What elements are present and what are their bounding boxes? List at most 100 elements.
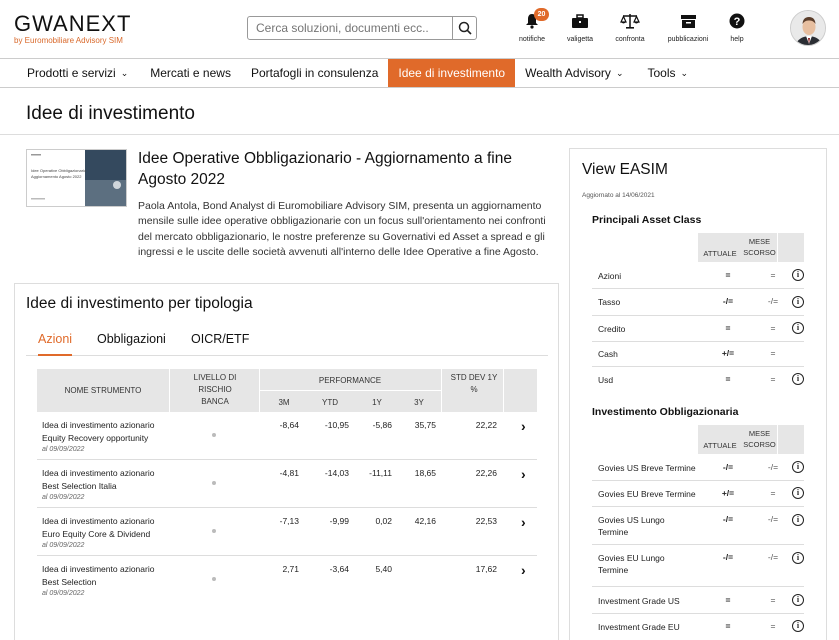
chevron-right-icon[interactable]: ›: [521, 562, 526, 578]
info-icon[interactable]: i: [792, 269, 804, 281]
row-mese: -/=: [767, 296, 779, 306]
featured-thumbnail-image: Idee Operative Obbligazionario Aggiornam…: [27, 150, 126, 206]
risk-level-indicator: [212, 577, 216, 581]
row-attuale: +/=: [721, 488, 735, 498]
chevron-down-icon: ⌄: [615, 67, 624, 78]
logo-tagline: by Euromobiliare Advisory SIM: [14, 36, 123, 45]
row-mese: =: [770, 348, 776, 358]
pubblicazioni-button[interactable]: pubblicazioni: [663, 12, 713, 43]
row-label: Cash: [598, 349, 618, 359]
col-mese-scorso: MESE SCORSO: [742, 233, 777, 262]
risk-level-indicator: [212, 481, 216, 485]
table-row[interactable]: Idea di investimento azionario Best Selec…: [37, 556, 537, 604]
table-row[interactable]: Idea di investimento azionario Euro Equit…: [37, 508, 537, 556]
perf-3y: 18,65: [414, 468, 436, 478]
main-nav: Prodotti e servizi ⌄ Mercati e news Porta…: [0, 58, 839, 88]
nav-idee-investimento[interactable]: Idee di investimento: [388, 59, 516, 87]
row-attuale: =: [725, 374, 731, 384]
row-date: al 09/09/2022: [42, 446, 85, 453]
row-attuale: -/=: [722, 552, 734, 562]
page-title: Idee di investimento: [26, 103, 195, 124]
view-easim-panel: View EASIM Aggiornato al 14/06/2021 Prin…: [569, 148, 827, 640]
info-icon[interactable]: i: [792, 487, 804, 499]
nav-wealth-advisory[interactable]: Wealth Advisory ⌄: [515, 59, 633, 87]
row-mese: =: [770, 374, 776, 384]
easim-title: View EASIM: [582, 161, 668, 178]
strumento-name: Idea di investimento azionario Equity Rec…: [42, 419, 154, 444]
info-icon[interactable]: i: [792, 620, 804, 632]
std-dev: 17,62: [475, 564, 497, 574]
tab-azioni[interactable]: Azioni: [38, 332, 73, 356]
strumento-type: Idea di investimento azionario: [42, 420, 155, 430]
nav-label: Idee di investimento: [398, 66, 506, 80]
obbl-row: Govies EU Breve Termine +/= = i: [592, 481, 804, 507]
info-icon[interactable]: i: [792, 322, 804, 334]
perf-3m: 2,71: [282, 564, 299, 574]
notifiche-button[interactable]: 20 notifiche: [507, 8, 557, 43]
std-dev: 22,53: [475, 516, 497, 526]
briefcase-icon: [572, 13, 588, 28]
featured-thumbnail[interactable]: Idee Operative Obbligazionario Aggiornam…: [26, 149, 127, 207]
chevron-right-icon[interactable]: ›: [521, 418, 526, 434]
row-mese: =: [770, 595, 776, 605]
strumento-type: Idea di investimento azionario: [42, 564, 155, 574]
valigetta-button[interactable]: valigetta: [555, 12, 605, 43]
perf-ytd: -14,03: [324, 468, 349, 478]
tab-obbligazioni[interactable]: Obbligazioni: [97, 332, 166, 356]
nav-tools[interactable]: Tools ⌄: [633, 59, 698, 87]
brand-logo[interactable]: GWANEXT by Euromobiliare Advisory SIM: [14, 11, 132, 46]
logo-text: GWANEXT: [14, 11, 132, 36]
col-mese-scorso: MESE SCORSO: [742, 425, 777, 454]
divider: [259, 390, 441, 391]
asset-row: Tasso -/= -/= i: [592, 289, 804, 316]
perf-3y: 35,75: [414, 420, 436, 430]
row-label: Investment Grade EU: [598, 622, 680, 632]
row-label: Govies EU Lungo Termine: [598, 553, 665, 575]
chevron-right-icon[interactable]: ›: [521, 466, 526, 482]
table-row[interactable]: Idea di investimento azionario Best Selec…: [37, 460, 537, 508]
easim-updated: Aggiornato al 14/06/2021: [582, 192, 655, 199]
row-mese: -/=: [767, 514, 779, 524]
info-icon[interactable]: i: [792, 594, 804, 606]
info-icon[interactable]: i: [792, 296, 804, 308]
perf-3m: -7,13: [279, 516, 299, 526]
notifiche-label: notifiche: [518, 36, 546, 43]
perf-ytd: -3,64: [329, 564, 349, 574]
tab-oicr-etf[interactable]: OICR/ETF: [191, 332, 249, 356]
row-mese: =: [770, 270, 776, 280]
avatar[interactable]: [790, 10, 826, 46]
featured-title[interactable]: Idee Operative Obbligazionario - Aggiorn…: [138, 148, 538, 190]
help-button[interactable]: ? help: [712, 12, 762, 43]
strumento-title: Euro Equity Core & Dividend: [42, 528, 151, 539]
divider: [503, 369, 504, 412]
nav-mercati-news[interactable]: Mercati e news: [138, 59, 241, 87]
search-icon: [458, 21, 472, 35]
row-attuale: =: [725, 621, 731, 631]
confronta-label: confronta: [615, 36, 645, 43]
info-icon[interactable]: i: [792, 514, 804, 526]
search-input[interactable]: [248, 17, 452, 39]
svg-text:Aggiornamento Agosto 2022: Aggiornamento Agosto 2022: [31, 174, 82, 179]
obbl-row: Investment Grade US = = i: [592, 587, 804, 614]
nav-prodotti-servizi[interactable]: Prodotti e servizi ⌄: [0, 59, 138, 87]
col-info: [778, 425, 804, 454]
row-date: al 09/09/2022: [42, 590, 85, 597]
asset-row: Credito = = i: [592, 316, 804, 342]
chevron-down-icon: ⌄: [680, 67, 689, 78]
obbl-row: Govies US Breve Termine -/= -/= i: [592, 454, 804, 481]
strumento-name: Idea di investimento azionario Euro Equit…: [42, 515, 154, 540]
confronta-button[interactable]: confronta: [605, 12, 655, 43]
info-icon[interactable]: i: [792, 373, 804, 385]
row-mese: -/=: [767, 552, 779, 562]
tipologia-panel: Idee di investimento per tipologia Azion…: [14, 283, 559, 640]
perf-3m: -4,81: [279, 468, 299, 478]
chevron-right-icon[interactable]: ›: [521, 514, 526, 530]
nav-portafogli-consulenza[interactable]: Portafogli in consulenza: [241, 59, 388, 87]
info-icon[interactable]: i: [792, 461, 804, 473]
asset-row: Azioni = = i: [592, 262, 804, 289]
info-icon[interactable]: i: [792, 552, 804, 564]
search-button[interactable]: [452, 17, 476, 39]
divider: [169, 369, 170, 412]
search-box: [247, 16, 477, 40]
table-row[interactable]: Idea di investimento azionario Equity Rec…: [37, 412, 537, 460]
